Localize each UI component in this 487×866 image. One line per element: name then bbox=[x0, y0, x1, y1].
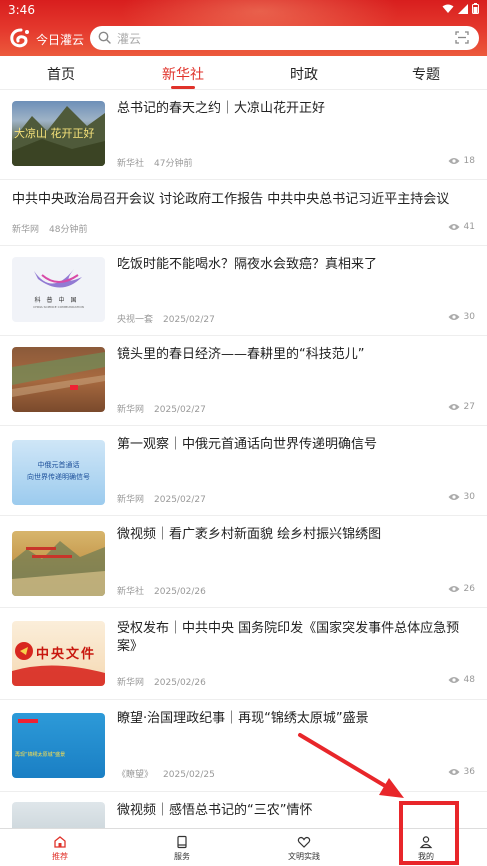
search-icon bbox=[98, 31, 111, 44]
scan-icon[interactable] bbox=[455, 31, 469, 44]
annotation-arrow bbox=[298, 733, 404, 798]
signal-icon bbox=[458, 3, 468, 14]
annotation-highlight-box bbox=[399, 801, 459, 865]
app-screen: 3:46 今日灌云 灌云 首页 新华社 时政 专题 大凉山 花开正好 总书记的春… bbox=[0, 0, 487, 866]
search-placeholder: 灌云 bbox=[117, 32, 142, 46]
status-time: 3:46 bbox=[8, 3, 35, 17]
app-logo-icon bbox=[10, 28, 29, 48]
search-bar[interactable]: 灌云 bbox=[90, 26, 479, 50]
app-name: 今日灌云 bbox=[36, 33, 85, 47]
battery-icon bbox=[472, 3, 479, 14]
status-bar: 3:46 bbox=[0, 0, 487, 20]
status-icons bbox=[442, 3, 479, 14]
wifi-icon bbox=[442, 4, 454, 13]
